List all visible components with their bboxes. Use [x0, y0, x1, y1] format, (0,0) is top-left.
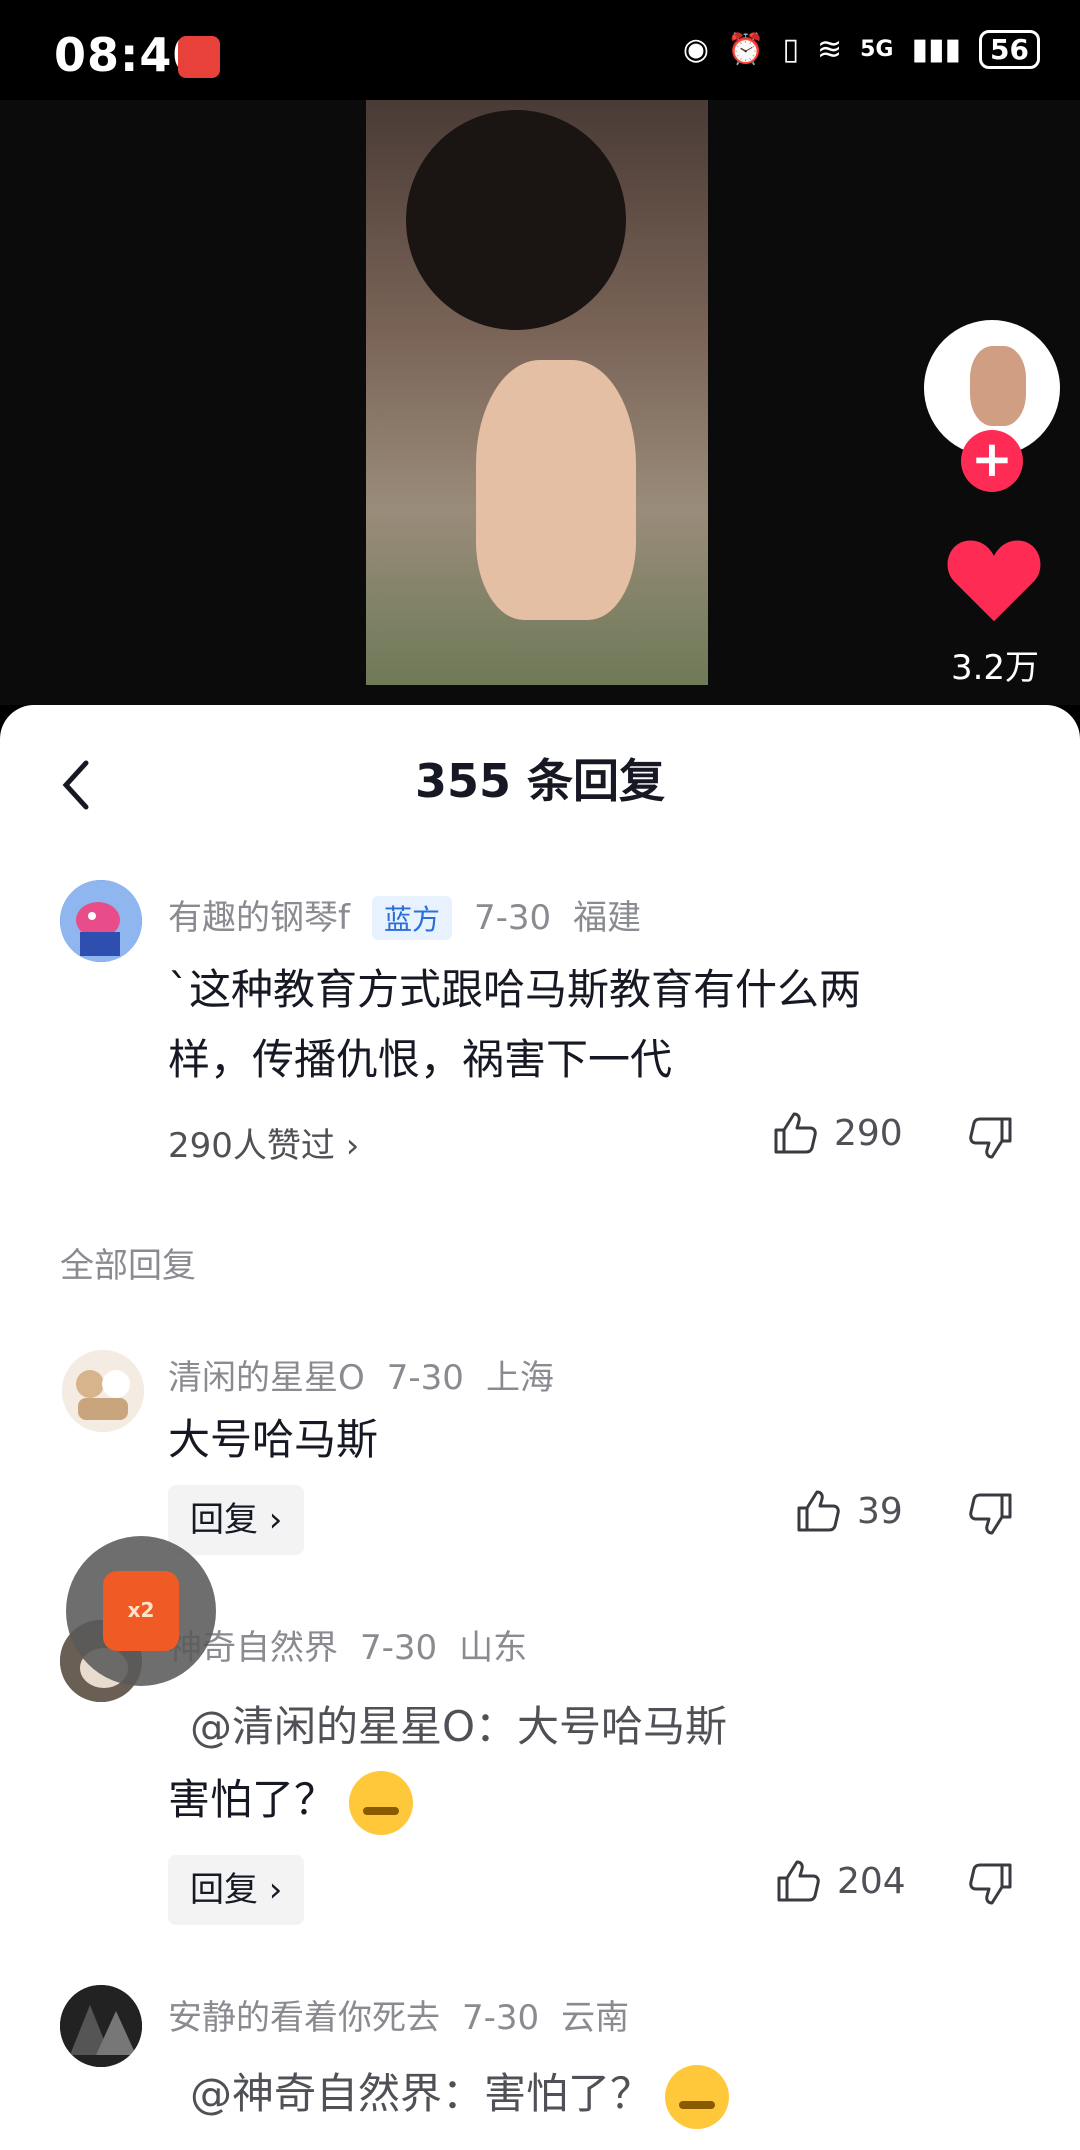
likes-summary-link[interactable]: 290人赞过 › [168, 1118, 359, 1167]
reply-meta: 清闲的星星O 7-30 上海 [168, 1350, 576, 1399]
video-subject-arm [476, 360, 636, 620]
section-label: 全部回复 [60, 1246, 196, 1286]
reply-quote-content: @神奇自然界：害怕了？ [190, 2069, 653, 2118]
comment-text-line: 样，传播仇恨，祸害下一代 [168, 1035, 673, 1084]
reply-quote: @神奇自然界：害怕了？ [190, 2060, 730, 2129]
reply-date: 7-30 [462, 1998, 540, 2038]
thinking-emoji-icon [665, 2064, 730, 2129]
video-frame[interactable] [366, 100, 708, 685]
comment-text: `这种教育方式跟哈马斯教育有什么两 样，传播仇恨，祸害下一代 [168, 955, 1028, 1095]
reply-username[interactable]: 清闲的星星O [168, 1358, 365, 1398]
avatar[interactable] [60, 1985, 142, 2067]
reply-location: 山东 [459, 1628, 528, 1668]
vibrate-icon: ▯ [782, 32, 799, 67]
comment-meta: 有趣的钢琴f 蓝方 7-30 福建 [168, 890, 663, 940]
sheet-title: 355 条回复 [414, 754, 666, 808]
like-count: 290 [834, 1112, 903, 1154]
reply-quote: @清闲的星星O：大号哈马斯 [190, 1702, 728, 1751]
thumbs-up-icon [777, 1860, 820, 1902]
like-count: 204 [837, 1860, 906, 1902]
video-subject [406, 110, 626, 330]
thumbs-up-icon [797, 1490, 840, 1532]
reply-button[interactable]: 回复 › [168, 1855, 305, 1925]
red-packet-label: x2 [127, 1598, 155, 1622]
status-icons: ◉ ⏰ ▯ ≋ 5G ▮▮▮ 56 [683, 30, 1040, 69]
comment-date: 7-30 [474, 898, 552, 938]
signal-icon: ▮▮▮ [911, 32, 962, 67]
comment-sheet: 355 条回复 有趣的钢琴f 蓝方 7-30 福建 `这种教育方式跟哈马斯教育有什么两… [0, 705, 1080, 2150]
comment-text-line: `这种教育方式跟哈马斯教育有什么两 [168, 965, 862, 1014]
red-packet-float-button[interactable]: x2 [66, 1536, 216, 1686]
eye-icon: ◉ [682, 32, 710, 67]
reply-text: 害怕了？ [168, 1765, 414, 1835]
video-player[interactable] [0, 100, 1080, 705]
network-label: 5G [860, 37, 894, 62]
follow-plus-button[interactable]: + [961, 430, 1023, 492]
like-button[interactable]: 39 [795, 1488, 903, 1534]
reply-date: 7-30 [386, 1358, 464, 1398]
comment-location: 福建 [573, 898, 642, 938]
thumbs-down-icon[interactable] [968, 1115, 1014, 1161]
like-button[interactable]: 290 [772, 1110, 903, 1156]
avatar[interactable] [62, 1350, 144, 1432]
reply-text: 大号哈马斯 [168, 1415, 379, 1464]
wifi-icon: ≋ [816, 32, 843, 67]
reply-date: 7-30 [360, 1628, 438, 1668]
battery-indicator: 56 [979, 30, 1040, 69]
reply-location: 上海 [485, 1358, 554, 1398]
thumbs-down-icon[interactable] [968, 1861, 1014, 1907]
reply-text-content: 害怕了？ [168, 1775, 337, 1824]
heart-icon[interactable] [946, 535, 1042, 625]
reply-button[interactable]: 回复 › [168, 1485, 305, 1555]
thumbs-up-icon [774, 1112, 817, 1154]
avatar-face [970, 346, 1026, 426]
user-tag: 蓝方 [371, 896, 452, 940]
alarm-icon: ⏰ [727, 32, 765, 67]
cartoon-avatar-icon [60, 880, 142, 962]
like-count: 39 [857, 1490, 903, 1532]
reply-meta: 安静的看着你死去 7-30 云南 [168, 1990, 651, 2039]
forest-avatar-icon [60, 1985, 142, 2067]
video-like-count: 3.2万 [950, 648, 1040, 688]
comment-username[interactable]: 有趣的钢琴f [168, 898, 350, 938]
avatar[interactable] [60, 880, 142, 962]
thumbs-down-icon[interactable] [968, 1491, 1014, 1537]
reply-location: 云南 [561, 1998, 630, 2038]
bear-avatar-icon [62, 1350, 144, 1432]
like-button[interactable]: 204 [775, 1858, 906, 1904]
reply-username[interactable]: 安静的看着你死去 [168, 1998, 440, 2038]
status-bar: 08:40 ◉ ⏰ ▯ ≋ 5G ▮▮▮ 56 [0, 0, 1080, 110]
reply-meta: 神奇自然界 7-30 山东 [168, 1620, 549, 1669]
thinking-emoji-icon [349, 1770, 414, 1835]
app-notification-icon [178, 36, 220, 78]
